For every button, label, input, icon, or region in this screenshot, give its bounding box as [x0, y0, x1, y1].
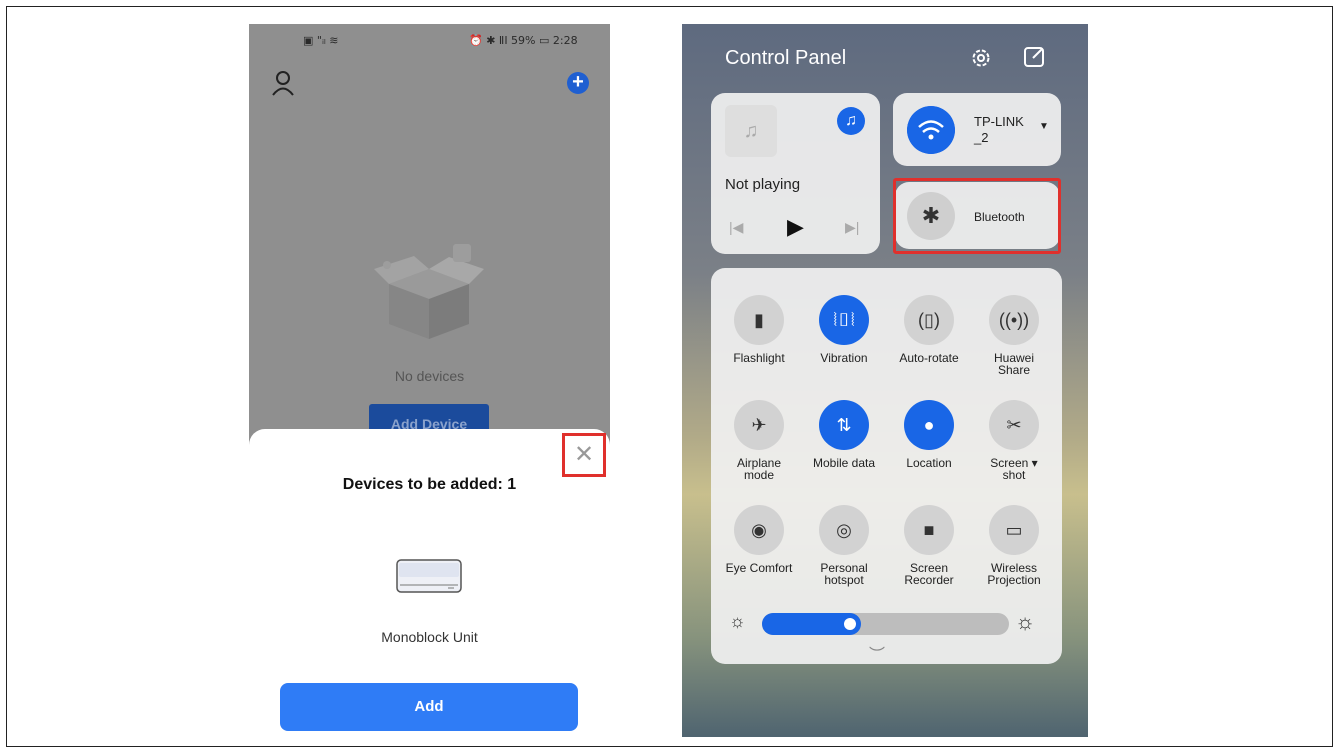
tile-label: Wireless Projection	[987, 561, 1041, 587]
tile-flashlight[interactable]: ▮ Flashlight	[716, 295, 802, 364]
brightness-slider[interactable]	[762, 613, 1009, 635]
headphone-icon[interactable]: ♫	[837, 107, 865, 135]
bluetooth-highlight-box	[893, 178, 1061, 254]
tile-label: Personal hotspot	[820, 561, 868, 587]
tile-icon[interactable]: ●	[904, 400, 954, 450]
gear-icon[interactable]	[970, 47, 992, 69]
wifi-icon[interactable]	[907, 106, 955, 154]
tile-label: Location	[906, 456, 952, 470]
tile-label: Auto-rotate	[899, 351, 959, 365]
tile-icon[interactable]: ✂	[989, 400, 1039, 450]
tile-label: Eye Comfort	[725, 561, 793, 575]
monoblock-unit-icon	[396, 559, 462, 593]
previous-track-icon[interactable]: |◀	[729, 219, 743, 236]
add-button[interactable]: Add	[280, 683, 578, 731]
control-panel-title: Control Panel	[725, 47, 847, 69]
edit-icon[interactable]	[1023, 46, 1045, 68]
empty-state-text: No devices	[394, 368, 465, 384]
tile-wireless[interactable]: ▭ Wireless Projection	[971, 505, 1057, 586]
status-bar-left: ▣ "ᵢₗ ≋	[303, 34, 339, 47]
sheet-title: Devices to be added: 1	[342, 476, 517, 493]
empty-box-illustration	[374, 244, 484, 339]
tile-icon[interactable]: (▯)	[904, 295, 954, 345]
status-bar-right: ⏰ ✱ ⅡI 59% ▭ 2:28	[469, 34, 578, 47]
tile-icon[interactable]: ◉	[734, 505, 784, 555]
collapse-chevron-icon[interactable]: ︶	[869, 641, 885, 665]
tile-screen[interactable]: ✂ Screen ▾ shot	[971, 400, 1057, 481]
toggles-card: ▮ Flashlight ⦚▯⦚ Vibration (▯) Auto-rotate ((•…	[711, 268, 1062, 664]
brightness-low-icon: ☼	[729, 611, 746, 631]
devices-bottom-sheet: ✕ Devices to be added: 1 Monoblock Unit …	[249, 429, 610, 735]
device-name: Monoblock Unit	[381, 629, 478, 645]
media-card[interactable]: ♫ ♫ Not playing |◀ ▶ ▶|	[711, 93, 880, 254]
user-icon[interactable]	[271, 70, 295, 96]
tile-label: Vibration	[820, 351, 868, 365]
tile-huawei[interactable]: ((•)) Huawei Share	[971, 295, 1057, 376]
tile-icon[interactable]: ((•))	[989, 295, 1039, 345]
tile-label: Flashlight	[733, 351, 785, 365]
close-icon[interactable]: ✕	[565, 436, 603, 474]
tile-label: Screen Recorder	[904, 561, 954, 587]
tile-icon[interactable]: ⇅	[819, 400, 869, 450]
tile-icon[interactable]: ▮	[734, 295, 784, 345]
tile-icon[interactable]: ◎	[819, 505, 869, 555]
tile-icon[interactable]: ⦚▯⦚	[819, 295, 869, 345]
media-status: Not playing	[725, 176, 801, 193]
tile-location[interactable]: ● Location	[886, 400, 972, 469]
figure-frame	[6, 6, 1333, 747]
tile-icon[interactable]: ▭	[989, 505, 1039, 555]
app-screen: ▣ "ᵢₗ ≋ ⏰ ✱ ⅡI 59% ▭ 2:28 + No devices A…	[249, 24, 610, 735]
tile-airplane[interactable]: ✈ Airplane mode	[716, 400, 802, 481]
music-note-icon: ♫	[725, 105, 777, 157]
tile-icon[interactable]: ■	[904, 505, 954, 555]
tile-label: Airplane mode	[736, 456, 782, 482]
wifi-network-name: TP-LINK _2	[974, 114, 1024, 145]
chevron-down-icon[interactable]: ▼	[1039, 121, 1049, 132]
tile-label: Huawei Share	[993, 351, 1035, 377]
tile-eye-comfort[interactable]: ◉ Eye Comfort	[716, 505, 802, 574]
tile-vibration[interactable]: ⦚▯⦚ Vibration	[801, 295, 887, 364]
control-panel-screen: Control Panel ♫ ♫ Not playing |◀ ▶ ▶| TP…	[682, 24, 1088, 737]
brightness-high-icon: ☼	[1015, 609, 1036, 634]
wifi-card[interactable]: TP-LINK _2 ▼	[893, 93, 1061, 166]
tile-label: Screen ▾ shot	[990, 456, 1038, 482]
play-icon[interactable]: ▶	[787, 214, 804, 240]
tile-icon[interactable]: ✈	[734, 400, 784, 450]
tile-auto-rotate[interactable]: (▯) Auto-rotate	[886, 295, 972, 364]
next-track-icon[interactable]: ▶|	[845, 219, 859, 236]
tile-mobile-data[interactable]: ⇅ Mobile data	[801, 400, 887, 469]
add-plus-icon[interactable]: +	[567, 72, 589, 94]
tile-personal[interactable]: ◎ Personal hotspot	[801, 505, 887, 586]
tile-screen[interactable]: ■ Screen Recorder	[886, 505, 972, 586]
brightness-knob[interactable]	[843, 618, 856, 630]
close-highlight-box[interactable]: ✕	[562, 433, 606, 477]
tile-label: Mobile data	[812, 456, 876, 470]
